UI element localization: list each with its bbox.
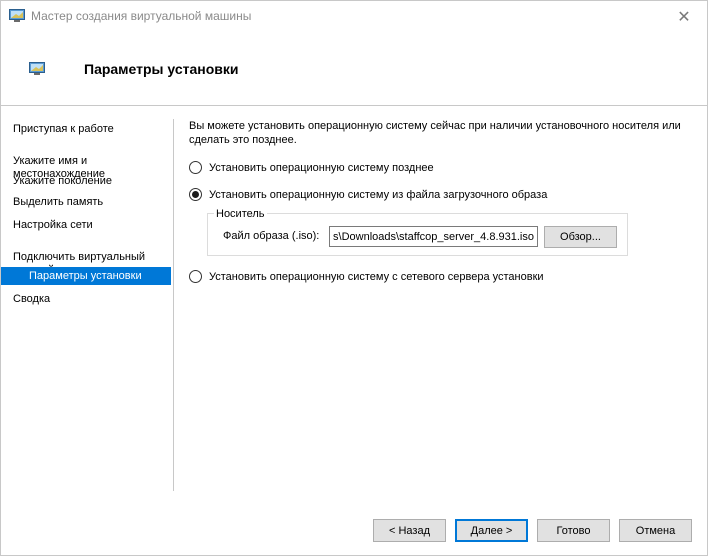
content-panel: Вы можете установить операционную систем… [189,119,689,147]
radio-label: Установить операционную систему из файла… [209,188,548,201]
hyperv-vm-icon [29,62,45,75]
nav-item-label: Выделить память [13,196,104,208]
radio-button[interactable] [189,161,202,174]
radio-install-from-network[interactable]: Установить операционную систему с сетево… [189,270,544,283]
back-button-label: < Назад [389,524,430,537]
radio-label: Установить операционную систему с сетево… [209,270,544,283]
nav-item-label: Сводка [13,293,51,305]
close-button[interactable]: ✕ [661,1,707,32]
back-button[interactable]: < Назад [373,519,446,542]
title-bar: Мастер создания виртуальной машины ✕ [1,1,707,32]
nav-item-generation[interactable]: Укажите поколение [1,175,171,188]
close-icon: ✕ [677,8,691,26]
radio-button[interactable] [189,188,202,201]
browse-button-label: Обзор... [560,231,601,243]
media-legend: Носитель [214,208,267,220]
header-divider [1,105,707,106]
wizard-header: Параметры установки [1,32,707,105]
hyperv-vm-icon [9,9,25,22]
browse-button[interactable]: Обзор... [544,226,617,248]
radio-button[interactable] [189,270,202,283]
page-title: Параметры установки [84,61,239,77]
cancel-button[interactable]: Отмена [619,519,692,542]
nav-item-label: Настройка сети [13,219,93,231]
radio-install-later[interactable]: Установить операционную систему позднее [189,161,434,174]
iso-path-input[interactable] [329,226,538,247]
nav-item-label: Приступая к работе [13,123,114,135]
nav-item-label: Параметры установки [29,270,142,282]
radio-label: Установить операционную систему позднее [209,161,434,174]
nav-item-installation-options[interactable]: Параметры установки [1,267,171,285]
file-image-label: Файл образа (.iso): [223,230,320,242]
finish-button[interactable]: Готово [537,519,610,542]
window-title: Мастер создания виртуальной машины [31,9,252,23]
nav-item-network[interactable]: Настройка сети [1,219,171,232]
cancel-button-label: Отмена [635,524,676,537]
nav-item-label: Укажите поколение [13,175,113,187]
finish-button-label: Готово [556,524,591,537]
nav-item-memory[interactable]: Выделить память [1,196,171,209]
next-button-label: Далее > [470,524,513,537]
nav-divider [173,119,174,491]
radio-install-from-image[interactable]: Установить операционную систему из файла… [189,188,547,201]
intro-text: Вы можете установить операционную систем… [189,120,681,146]
nav-item-summary[interactable]: Сводка [1,293,171,306]
wizard-window: Мастер создания виртуальной машины ✕ Пар… [0,0,708,556]
nav-item-getting-started[interactable]: Приступая к работе [1,123,171,136]
next-button[interactable]: Далее > [455,519,528,542]
